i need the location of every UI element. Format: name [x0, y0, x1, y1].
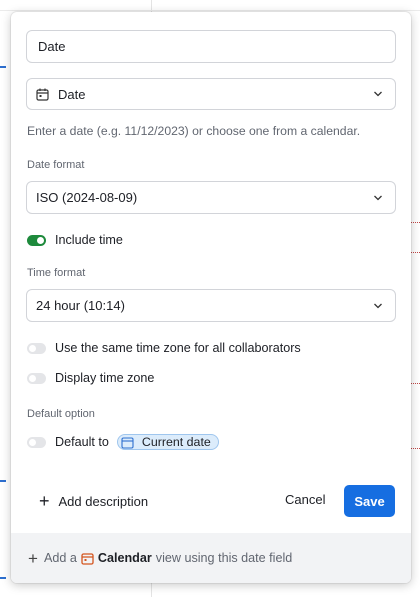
time-format-label: Time format [27, 267, 86, 279]
add-description-label: Add description [58, 493, 149, 509]
field-config-panel: Date Date Enter a date (e.g. 11/12/2023)… [11, 12, 411, 583]
default-value-chip[interactable]: Current date [116, 434, 219, 450]
background-dotted-mark [410, 383, 420, 384]
include-time-row: Include time [27, 233, 123, 247]
include-time-toggle[interactable] [27, 234, 46, 246]
field-name-value: Date [38, 39, 66, 54]
date-format-value: ISO (2024-08-09) [36, 190, 138, 205]
same-timezone-label: Use the same time zone for all collabora… [55, 341, 301, 355]
cancel-button[interactable]: Cancel [285, 492, 325, 507]
default-to-row: Default to Current date [27, 434, 219, 450]
add-calendar-view-footer[interactable]: + Add a Calendar view using this date fi… [11, 533, 411, 583]
display-timezone-row: Display time zone [27, 371, 154, 385]
calendar-icon [121, 436, 142, 449]
chevron-down-icon [373, 301, 383, 311]
default-chip-label: Current date [141, 435, 211, 449]
default-to-toggle[interactable] [27, 436, 46, 448]
background-link-fragment [0, 480, 6, 482]
date-format-select[interactable]: ISO (2024-08-09) [26, 181, 396, 214]
same-timezone-row: Use the same time zone for all collabora… [27, 341, 301, 355]
field-type-select[interactable]: Date [26, 78, 396, 110]
help-text: Enter a date (e.g. 11/12/2023) or choose… [27, 124, 361, 138]
include-time-label: Include time [55, 233, 123, 247]
add-description-button[interactable]: + Add description [39, 492, 148, 510]
chevron-down-icon [373, 89, 383, 99]
plus-icon: + [39, 491, 50, 511]
calendar-icon [36, 88, 49, 101]
background-link-fragment [0, 66, 6, 68]
same-timezone-toggle[interactable] [27, 342, 46, 354]
footer-suffix: view using this date field [155, 551, 293, 565]
footer-prefix: Add a [43, 551, 77, 565]
chevron-down-icon [373, 193, 383, 203]
field-type-label: Date [58, 86, 86, 102]
calendar-icon [77, 552, 98, 565]
background-dotted-mark [410, 222, 420, 223]
footer-view-name: Calendar [97, 551, 152, 565]
time-format-value: 24 hour (10:14) [36, 298, 125, 313]
background-row-line [0, 10, 420, 11]
save-button[interactable]: Save [344, 485, 395, 517]
default-option-label: Default option [27, 408, 95, 420]
background-dotted-mark [410, 252, 420, 253]
default-to-label: Default to [55, 435, 109, 449]
plus-icon: + [28, 548, 38, 568]
display-timezone-toggle[interactable] [27, 372, 46, 384]
display-timezone-label: Display time zone [55, 371, 155, 385]
time-format-select[interactable]: 24 hour (10:14) [26, 289, 396, 322]
date-format-label: Date format [27, 159, 85, 171]
background-dotted-mark [410, 448, 420, 449]
background-link-fragment [0, 577, 6, 579]
field-name-input[interactable]: Date [26, 30, 396, 63]
